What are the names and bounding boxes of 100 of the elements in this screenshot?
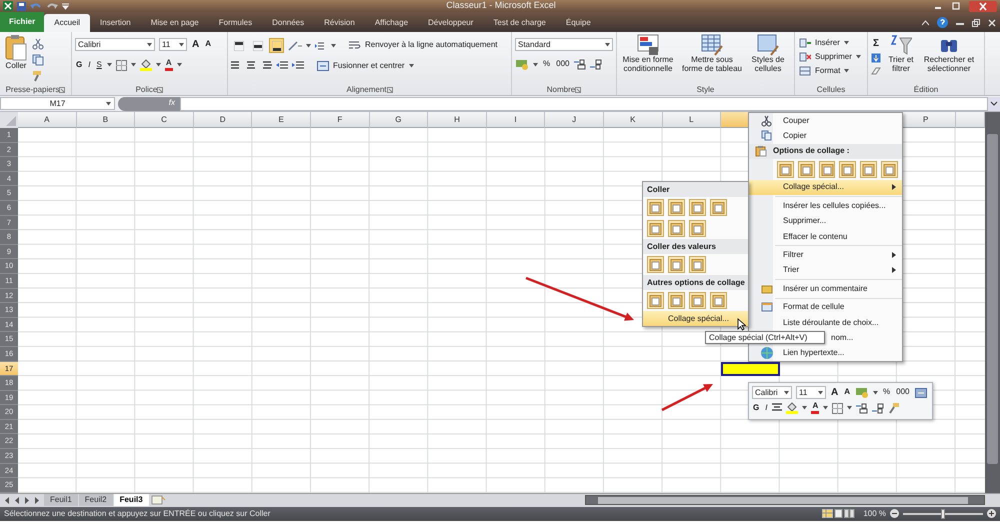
underline-button[interactable]: S	[95, 60, 103, 70]
style-gallery-button[interactable]: Styles de cellules	[748, 34, 788, 84]
column-header[interactable]: G	[370, 112, 428, 128]
paste-option-icon[interactable]	[668, 199, 685, 216]
normal-view-icon[interactable]	[822, 509, 834, 518]
paste-option-icon[interactable]	[647, 220, 664, 237]
caret-icon[interactable]	[605, 42, 610, 46]
caret-icon[interactable]	[179, 42, 184, 46]
eraser-icon[interactable]	[871, 67, 881, 75]
paste-option-icon[interactable]	[710, 292, 727, 309]
grow-font-button[interactable]: A	[830, 387, 840, 398]
zoom-out-icon[interactable]	[890, 509, 899, 518]
caret-icon[interactable]	[844, 69, 850, 73]
paste-option-icon[interactable]	[689, 256, 706, 273]
align-text-icon[interactable]	[261, 61, 272, 71]
text-orientation-icon[interactable]	[288, 40, 302, 50]
increase-decimal-icon[interactable]	[574, 59, 586, 70]
menu-item[interactable]: Collage spécial...	[749, 180, 902, 196]
column-header[interactable]: L	[662, 112, 722, 128]
close-icon[interactable]	[969, 0, 997, 12]
paste-option-icon[interactable]	[647, 292, 664, 309]
font-name-field[interactable]: Calibri	[75, 38, 155, 51]
italic-button[interactable]: I	[764, 404, 768, 412]
decrease-decimal-icon[interactable]	[872, 402, 884, 414]
shrink-font-button[interactable]: A	[843, 388, 852, 397]
caret-icon[interactable]	[847, 406, 852, 410]
fill-color-icon[interactable]	[786, 402, 798, 414]
help-icon[interactable]	[937, 17, 948, 28]
ribbon-tab[interactable]: Test de charge	[483, 14, 556, 32]
paragraph-direction-icon[interactable]	[315, 40, 327, 50]
active-cell[interactable]	[721, 362, 780, 376]
caret-icon[interactable]	[533, 62, 538, 66]
customize-toolbar-icon[interactable]	[62, 2, 69, 10]
formula-input[interactable]	[180, 96, 988, 110]
dialog-launcher-icon[interactable]	[386, 86, 393, 92]
caret-icon[interactable]	[331, 44, 336, 48]
font-color-button[interactable]: A	[811, 402, 820, 414]
column-header[interactable]: I	[486, 112, 546, 128]
paintbrush-icon[interactable]	[32, 70, 44, 82]
sheet-tab[interactable]: Feuil3	[114, 494, 149, 506]
column-header[interactable]: K	[604, 112, 663, 128]
column-header[interactable]: J	[545, 112, 604, 128]
editing-button[interactable]: Trier et filtrer	[884, 34, 918, 84]
paste-option-icon[interactable]	[710, 199, 727, 216]
bold-button[interactable]: G	[752, 404, 760, 412]
menu-item[interactable]: Liste déroulante de choix...	[749, 314, 902, 330]
paste-option-icon[interactable]	[689, 220, 706, 237]
vertical-align-button[interactable]	[269, 38, 284, 53]
caret-icon[interactable]	[856, 55, 861, 59]
file-tab[interactable]: Fichier	[0, 12, 44, 32]
ribbon-tab[interactable]: Affichage	[364, 14, 418, 32]
font-size-field[interactable]: 11	[159, 38, 187, 51]
bold-button[interactable]: G	[75, 60, 84, 70]
menu-item[interactable]: Copier	[749, 128, 902, 144]
caret-icon[interactable]	[156, 63, 161, 67]
paste-option-icon[interactable]	[689, 292, 706, 309]
dialog-launcher-icon[interactable]	[575, 86, 582, 92]
caret-icon[interactable]	[306, 44, 311, 48]
menu-item[interactable]: Effacer le contenu	[749, 228, 902, 244]
menu-item[interactable]: Filtrer	[749, 247, 902, 263]
paste-option-icon[interactable]	[647, 199, 664, 216]
cells-button[interactable]: Insérer	[798, 38, 862, 48]
column-header[interactable]: D	[194, 112, 252, 128]
save-icon[interactable]	[17, 2, 26, 10]
redo-icon[interactable]	[46, 2, 58, 10]
scrollbar-thumb[interactable]	[598, 497, 968, 504]
horizontal-scrollbar[interactable]	[585, 495, 985, 506]
column-header[interactable]: C	[135, 112, 194, 128]
paste-option-icon[interactable]	[860, 160, 878, 178]
paste-option-icon[interactable]	[668, 220, 685, 237]
thousands-button[interactable]: 000	[555, 60, 570, 69]
paste-option-icon[interactable]	[798, 160, 815, 178]
name-box[interactable]: M17	[0, 97, 115, 110]
paste-option-icon[interactable]	[647, 256, 664, 273]
thousands-button[interactable]: 000	[895, 388, 910, 397]
scrollbar-thumb[interactable]	[987, 134, 998, 464]
paste-option-icon[interactable]	[881, 160, 898, 178]
shrink-font-button[interactable]: A	[204, 40, 212, 49]
column-header[interactable]: H	[428, 112, 487, 128]
column-header[interactable]: A	[18, 112, 77, 128]
paste-option-icon[interactable]	[689, 199, 706, 216]
caret-icon[interactable]	[106, 102, 111, 106]
vertical-align-button[interactable]	[231, 38, 246, 53]
caret-icon[interactable]	[823, 406, 828, 410]
menu-item[interactable]: Collage spécial...	[643, 311, 748, 326]
align-text-icon[interactable]	[231, 61, 242, 71]
align-text-icon[interactable]	[246, 61, 257, 71]
paste-option-icon[interactable]	[839, 160, 856, 178]
number-format-field[interactable]: Standard	[515, 38, 613, 51]
autosum-button[interactable]: Σ	[871, 38, 881, 49]
page-break-icon[interactable]	[844, 509, 856, 518]
caret-icon[interactable]	[408, 64, 414, 68]
fill-color-icon[interactable]	[140, 59, 152, 71]
caret-icon[interactable]	[147, 42, 152, 46]
menu-item[interactable]: Supprimer...	[749, 214, 902, 229]
center-align-icon[interactable]	[772, 403, 782, 413]
ribbon-tab[interactable]: Révision	[314, 14, 365, 32]
column-header[interactable]: E	[252, 112, 311, 128]
scissors-icon[interactable]	[32, 38, 44, 50]
ribbon-tab[interactable]: Équipe	[556, 14, 601, 32]
